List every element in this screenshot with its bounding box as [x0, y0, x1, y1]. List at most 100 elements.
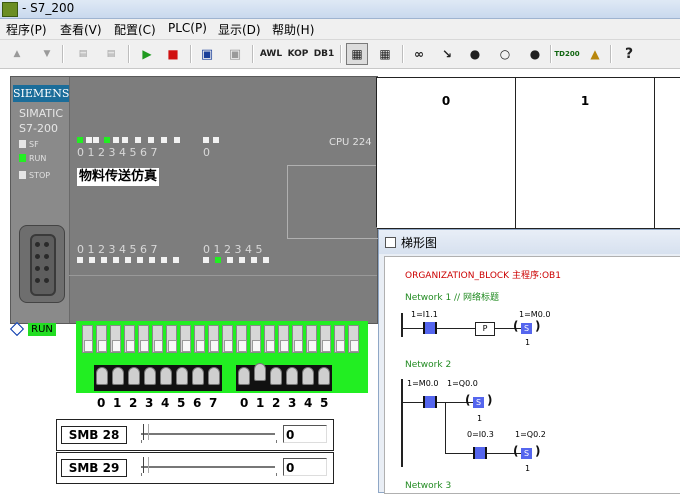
menu-help[interactable]: 帮助(H) [272, 21, 314, 38]
smb29-slider-track[interactable] [141, 466, 275, 469]
app-icon [2, 2, 18, 17]
network2-wire [403, 402, 473, 403]
input-button-5[interactable] [176, 367, 188, 385]
network1-coil-count: 1 [525, 338, 531, 347]
input-button-8[interactable] [238, 367, 250, 385]
lock-group-icon[interactable]: ▲ [584, 43, 606, 65]
toggle-switch[interactable] [306, 325, 317, 353]
status-column-2 [655, 77, 680, 229]
input-button-10[interactable] [270, 367, 282, 385]
input-button-0[interactable] [96, 367, 108, 385]
toggle-switch[interactable] [180, 325, 191, 353]
network2-contact[interactable] [423, 396, 437, 408]
toggle-switch[interactable] [348, 325, 359, 353]
toggle-switch[interactable] [236, 325, 247, 353]
toggle-switch[interactable] [152, 325, 163, 353]
help-icon[interactable]: ? [618, 43, 640, 65]
run-icon[interactable]: ▶ [136, 43, 158, 65]
input-button-6[interactable] [192, 367, 204, 385]
network2-coil-label: 1=Q0.0 [447, 379, 478, 388]
toolbar-separator [252, 45, 254, 63]
input-button-4[interactable] [160, 367, 172, 385]
led-sf-label: SF [29, 140, 39, 149]
menu-plc[interactable]: PLC(P) [168, 21, 207, 35]
ladder-window-titlebar[interactable]: 梯形图 [379, 230, 680, 254]
menu-view[interactable]: 查看(V) [60, 21, 102, 38]
smb28-row: SMB 28 0 [56, 419, 334, 451]
switch-number: 2 [272, 396, 281, 410]
toggle-switch[interactable] [222, 325, 233, 353]
network1-positive-edge[interactable]: P [475, 322, 495, 336]
unlock-icon[interactable]: ○ [494, 43, 516, 65]
delete-program-icon[interactable]: ▼ [36, 43, 58, 65]
cpu-model: CPU 224 [329, 137, 372, 148]
load-cpu-icon[interactable]: ▲ [6, 43, 28, 65]
ladder-editor: ORGANIZATION_BLOCK 主程序:OB1 Network 1 // … [384, 256, 680, 494]
siemens-logo: SIEMENS [13, 85, 70, 102]
load-awl-icon[interactable]: ▤ [72, 43, 94, 65]
menu-config[interactable]: 配置(C) [114, 21, 156, 38]
input-button-2[interactable] [128, 367, 140, 385]
network2-set-coil2[interactable]: S [521, 448, 532, 459]
smb29-value-field[interactable]: 0 [283, 458, 327, 476]
input-button-11[interactable] [286, 367, 298, 385]
db1-button[interactable]: DB1 [312, 43, 336, 65]
input-button-1[interactable] [112, 367, 124, 385]
toggle-switch[interactable] [208, 325, 219, 353]
smb28-slider-thumb[interactable] [143, 424, 149, 440]
pointer-icon[interactable]: ↘ [436, 43, 458, 65]
network1-wire [403, 328, 523, 329]
awl-button[interactable]: AWL [258, 43, 284, 65]
glasses-icon[interactable]: ∞ [408, 43, 430, 65]
lock-arrow-icon[interactable]: ● [524, 43, 546, 65]
network2-set-coil[interactable]: S [473, 397, 484, 408]
stop-icon[interactable]: ■ [162, 43, 184, 65]
toolbar-separator [128, 45, 130, 63]
input-button-7[interactable] [208, 367, 220, 385]
ladder-view-icon[interactable]: ▦ [346, 43, 368, 65]
toggle-switch[interactable] [278, 325, 289, 353]
toggle-switch[interactable] [320, 325, 331, 353]
window-title: - S7_200 [22, 1, 75, 15]
output-leds-a [77, 257, 187, 263]
toggle-switch[interactable] [166, 325, 177, 353]
toggle-switch[interactable] [264, 325, 275, 353]
network2-contact2[interactable] [473, 447, 487, 459]
lock-icon[interactable]: ● [464, 43, 486, 65]
menu-display[interactable]: 显示(D) [218, 21, 261, 38]
toolbar-separator [550, 45, 552, 63]
toggle-switch[interactable] [96, 325, 107, 353]
switch-number: 7 [209, 396, 218, 410]
td200-button[interactable]: TD200 [554, 43, 579, 65]
status-chart-icon[interactable]: ▦ [374, 43, 396, 65]
status-column-1: 1 [516, 77, 655, 229]
toggle-switch[interactable] [82, 325, 93, 353]
toggle-switch[interactable] [194, 325, 205, 353]
menu-program[interactable]: 程序(P) [6, 21, 47, 38]
input-button-9[interactable] [254, 363, 266, 381]
toggle-switch[interactable] [110, 325, 121, 353]
network1-contact[interactable] [423, 322, 437, 334]
ladder-window: 梯形图 ORGANIZATION_BLOCK 主程序:OB1 Network 1… [378, 229, 680, 494]
switch-number: 3 [145, 396, 154, 410]
input-button-13[interactable] [318, 367, 330, 385]
smb29-slider-thumb[interactable] [143, 457, 149, 473]
smb28-value-field[interactable]: 0 [283, 425, 327, 443]
load-db-icon[interactable]: ▤ [100, 43, 122, 65]
status-column-header: 1 [580, 94, 590, 108]
input-button-12[interactable] [302, 367, 314, 385]
smb28-slider-track[interactable] [141, 433, 275, 436]
toggle-switch[interactable] [250, 325, 261, 353]
computer-icon[interactable]: ▣ [196, 43, 218, 65]
toggle-switch[interactable] [334, 325, 345, 353]
plc-divider [69, 275, 377, 276]
toggle-switch[interactable] [292, 325, 303, 353]
network1-set-coil[interactable]: S [521, 323, 532, 334]
led-run [19, 154, 26, 162]
toggle-switch[interactable] [124, 325, 135, 353]
kop-button[interactable]: KOP [286, 43, 310, 65]
input-button-3[interactable] [144, 367, 156, 385]
toggle-switch[interactable] [138, 325, 149, 353]
simulation-caption: 物料传送仿真 [77, 168, 160, 186]
computer-dim-icon[interactable]: ▣ [224, 43, 246, 65]
